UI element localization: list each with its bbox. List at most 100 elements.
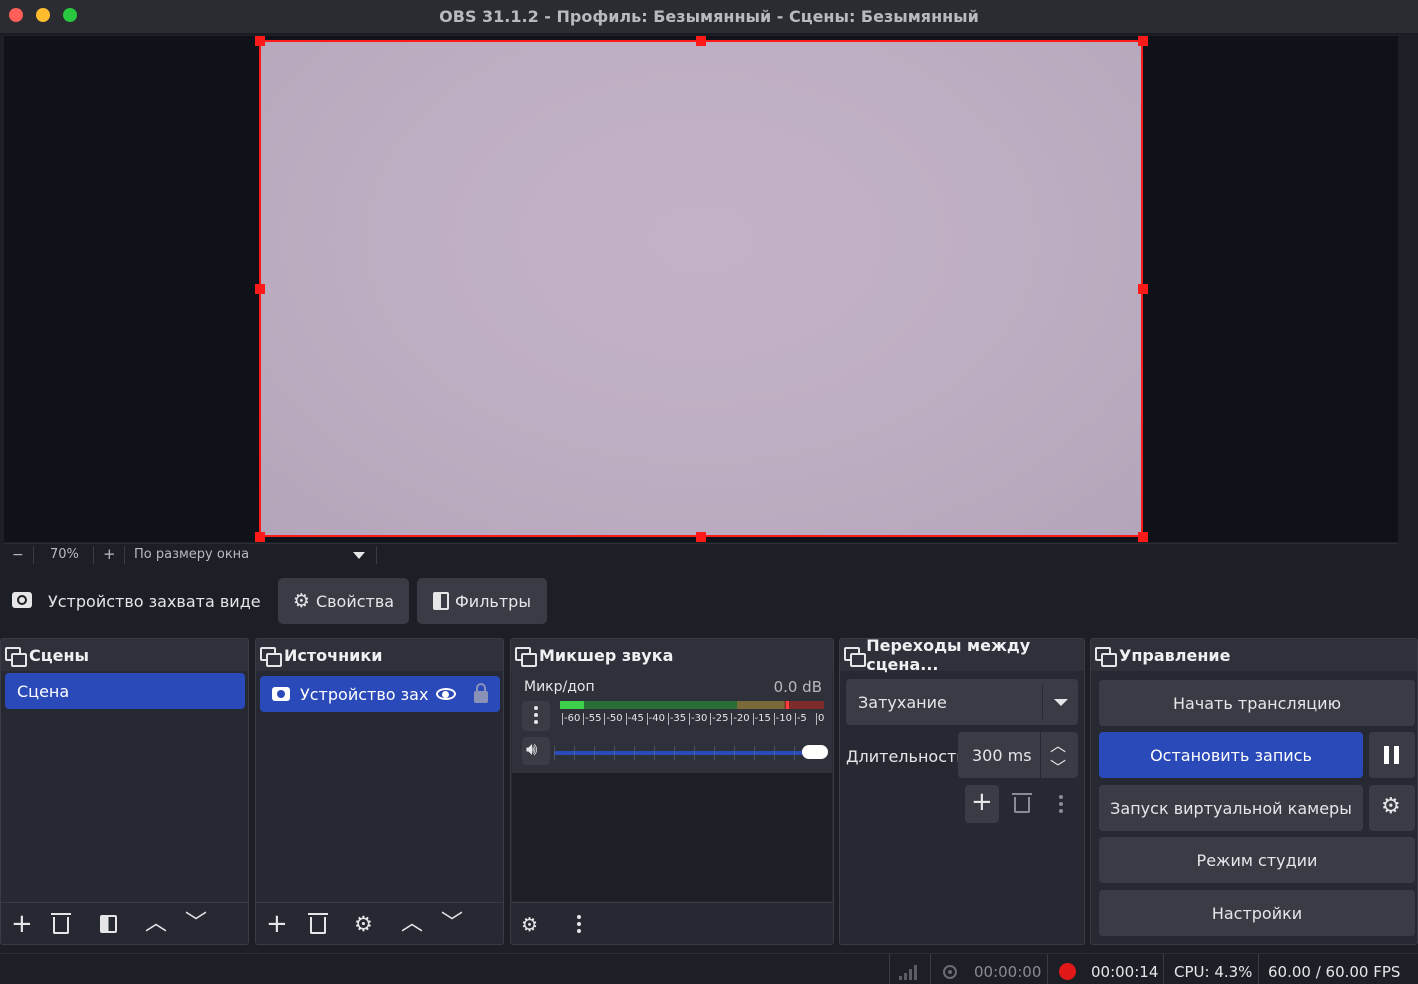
volume-slider[interactable] xyxy=(554,745,828,760)
channel-menu-button[interactable] xyxy=(522,701,550,731)
move-source-down-icon[interactable]: ﹀ xyxy=(441,913,463,935)
dock-float-icon[interactable] xyxy=(260,647,282,667)
studio-mode-button[interactable]: Режим студии xyxy=(1099,837,1415,883)
volume-slider-ticks xyxy=(554,746,804,760)
scenes-dock-footer: + ︿ ﹀ xyxy=(1,902,248,944)
zoom-level: 70% xyxy=(50,547,79,562)
filters-button[interactable]: Фильтры xyxy=(417,578,547,624)
resize-handle-bottom-right[interactable] xyxy=(1138,532,1148,542)
controls-dock-header: Управление xyxy=(1091,639,1417,671)
scene-filters-icon[interactable] xyxy=(100,915,117,933)
visibility-eye-icon[interactable] xyxy=(436,688,456,700)
channel-name: Микр/доп xyxy=(524,679,595,695)
zoom-bar: − 70% + По размеру окна xyxy=(4,543,1398,565)
meter-tick-label: -45 xyxy=(625,713,644,725)
source-properties-gear-icon[interactable]: ⚙ xyxy=(354,913,373,935)
filter-icon xyxy=(433,592,450,610)
add-source-icon[interactable]: + xyxy=(266,911,288,937)
transition-select[interactable]: Затухание xyxy=(846,679,1078,725)
zoom-mode-select[interactable]: По размеру окна xyxy=(134,547,249,562)
meter-tick-label: -25 xyxy=(710,713,729,725)
zoom-out-button[interactable]: − xyxy=(12,547,24,563)
move-scene-up-icon[interactable]: ︿ xyxy=(145,913,167,935)
duration-label: Длительность xyxy=(846,747,966,766)
meter-tick-label: 0 xyxy=(816,713,825,725)
remove-scene-icon[interactable] xyxy=(51,913,71,934)
transition-menu-icon[interactable] xyxy=(1059,795,1063,799)
lock-icon[interactable] xyxy=(474,683,488,703)
scenes-dock: Сцены Сцена + ︿ ﹀ xyxy=(0,638,249,945)
resize-handle-top-right[interactable] xyxy=(1138,36,1148,46)
settings-label: Настройки xyxy=(1211,903,1303,923)
resize-handle-top-left[interactable] xyxy=(255,36,265,46)
virtual-camera-settings-button[interactable]: ⚙ xyxy=(1369,785,1415,831)
stop-recording-label: Остановить запись xyxy=(1150,745,1312,765)
scenes-dock-header: Сцены xyxy=(1,639,248,671)
stop-recording-button[interactable]: Остановить запись xyxy=(1099,732,1363,778)
selected-source-name: Устройство захвата видео ( xyxy=(48,592,260,611)
scene-item[interactable]: Сцена xyxy=(5,673,245,709)
gear-icon: ⚙ xyxy=(292,590,310,612)
dock-float-icon[interactable] xyxy=(844,647,867,667)
dock-float-icon[interactable] xyxy=(5,647,27,667)
meter-tick-label: -60 xyxy=(562,713,581,725)
move-scene-down-icon[interactable]: ﹀ xyxy=(185,913,207,935)
audio-mixer-dock-title: Микшер звука xyxy=(539,645,674,665)
record-time: 00:00:14 xyxy=(1091,963,1159,981)
video-capture-canvas[interactable] xyxy=(259,40,1143,537)
mixer-empty-area xyxy=(512,773,832,901)
properties-button-label: Свойства xyxy=(315,591,395,611)
cpu-usage: CPU: 4.3% xyxy=(1174,963,1253,981)
scene-item-label: Сцена xyxy=(17,681,70,701)
increment-icon[interactable]: ︿ xyxy=(1050,732,1066,756)
pause-recording-button[interactable] xyxy=(1369,732,1415,778)
add-transition-button[interactable]: + xyxy=(965,785,999,823)
dock-float-icon[interactable] xyxy=(1095,647,1117,667)
volume-slider-handle[interactable] xyxy=(802,745,828,759)
resize-handle-bottom[interactable] xyxy=(696,532,706,542)
zoom-in-button[interactable]: + xyxy=(103,545,116,563)
source-item[interactable]: Устройство захва xyxy=(260,676,500,712)
start-streaming-button[interactable]: Начать трансляцию xyxy=(1099,680,1415,726)
decrement-icon[interactable]: ﹀ xyxy=(1050,754,1066,778)
duration-spinbox[interactable]: 300 ms ︿ ﹀ xyxy=(958,732,1078,778)
stream-status-icon xyxy=(943,965,957,979)
settings-button[interactable]: Настройки xyxy=(1099,890,1415,936)
pause-icon xyxy=(1384,746,1389,764)
source-toolbar: Устройство захвата видео ( ⚙ Свойства Фи… xyxy=(0,570,1418,632)
duration-value: 300 ms xyxy=(972,746,1032,765)
remove-source-icon[interactable] xyxy=(308,913,328,934)
filters-button-label: Фильтры xyxy=(455,591,531,611)
advanced-audio-gears-icon[interactable]: ⚙︎ xyxy=(521,914,538,936)
controls-dock-title: Управление xyxy=(1119,645,1231,665)
mixer-menu-icon[interactable] xyxy=(577,915,581,919)
resize-handle-bottom-left[interactable] xyxy=(255,532,265,542)
meter-tick-label: -55 xyxy=(583,713,602,725)
resize-handle-right[interactable] xyxy=(1138,284,1148,294)
mixer-channel: Микр/доп 0.0 dB -60 -55 -50 -45 -40 -35 -30 -25… xyxy=(512,671,832,773)
resize-handle-top[interactable] xyxy=(696,36,706,46)
controls-dock: Управление Начать трансляцию Остановить … xyxy=(1090,638,1418,945)
move-source-up-icon[interactable]: ︿ xyxy=(401,913,423,935)
chevron-down-icon[interactable] xyxy=(353,552,365,559)
transitions-dock: Переходы между сцена... Затухание Длител… xyxy=(839,638,1085,945)
transition-select-value: Затухание xyxy=(858,693,947,712)
start-virtual-camera-button[interactable]: Запуск виртуальной камеры xyxy=(1099,785,1363,831)
gear-icon: ⚙ xyxy=(1381,794,1401,819)
sources-dock-footer: + ⚙ ︿ ﹀ xyxy=(256,902,503,944)
transitions-dock-header: Переходы между сцена... xyxy=(840,638,1084,674)
network-signal-icon xyxy=(899,964,919,980)
mute-button[interactable]: 🔊︎ xyxy=(522,737,550,765)
add-scene-icon[interactable]: + xyxy=(11,911,33,937)
transitions-dock-title: Переходы между сцена... xyxy=(866,638,1031,674)
properties-button[interactable]: ⚙ Свойства xyxy=(278,578,409,624)
dock-float-icon[interactable] xyxy=(515,647,537,667)
remove-transition-icon[interactable] xyxy=(1012,793,1032,813)
sources-dock: Источники Устройство захва + ⚙ ︿ ﹀ xyxy=(255,638,504,945)
meter-tick-label: -30 xyxy=(689,713,708,725)
camera-icon xyxy=(12,592,32,608)
stream-time: 00:00:00 xyxy=(974,963,1042,981)
resize-handle-left[interactable] xyxy=(255,284,265,294)
meter-tick-label: -40 xyxy=(646,713,665,725)
camera-icon xyxy=(272,687,290,701)
